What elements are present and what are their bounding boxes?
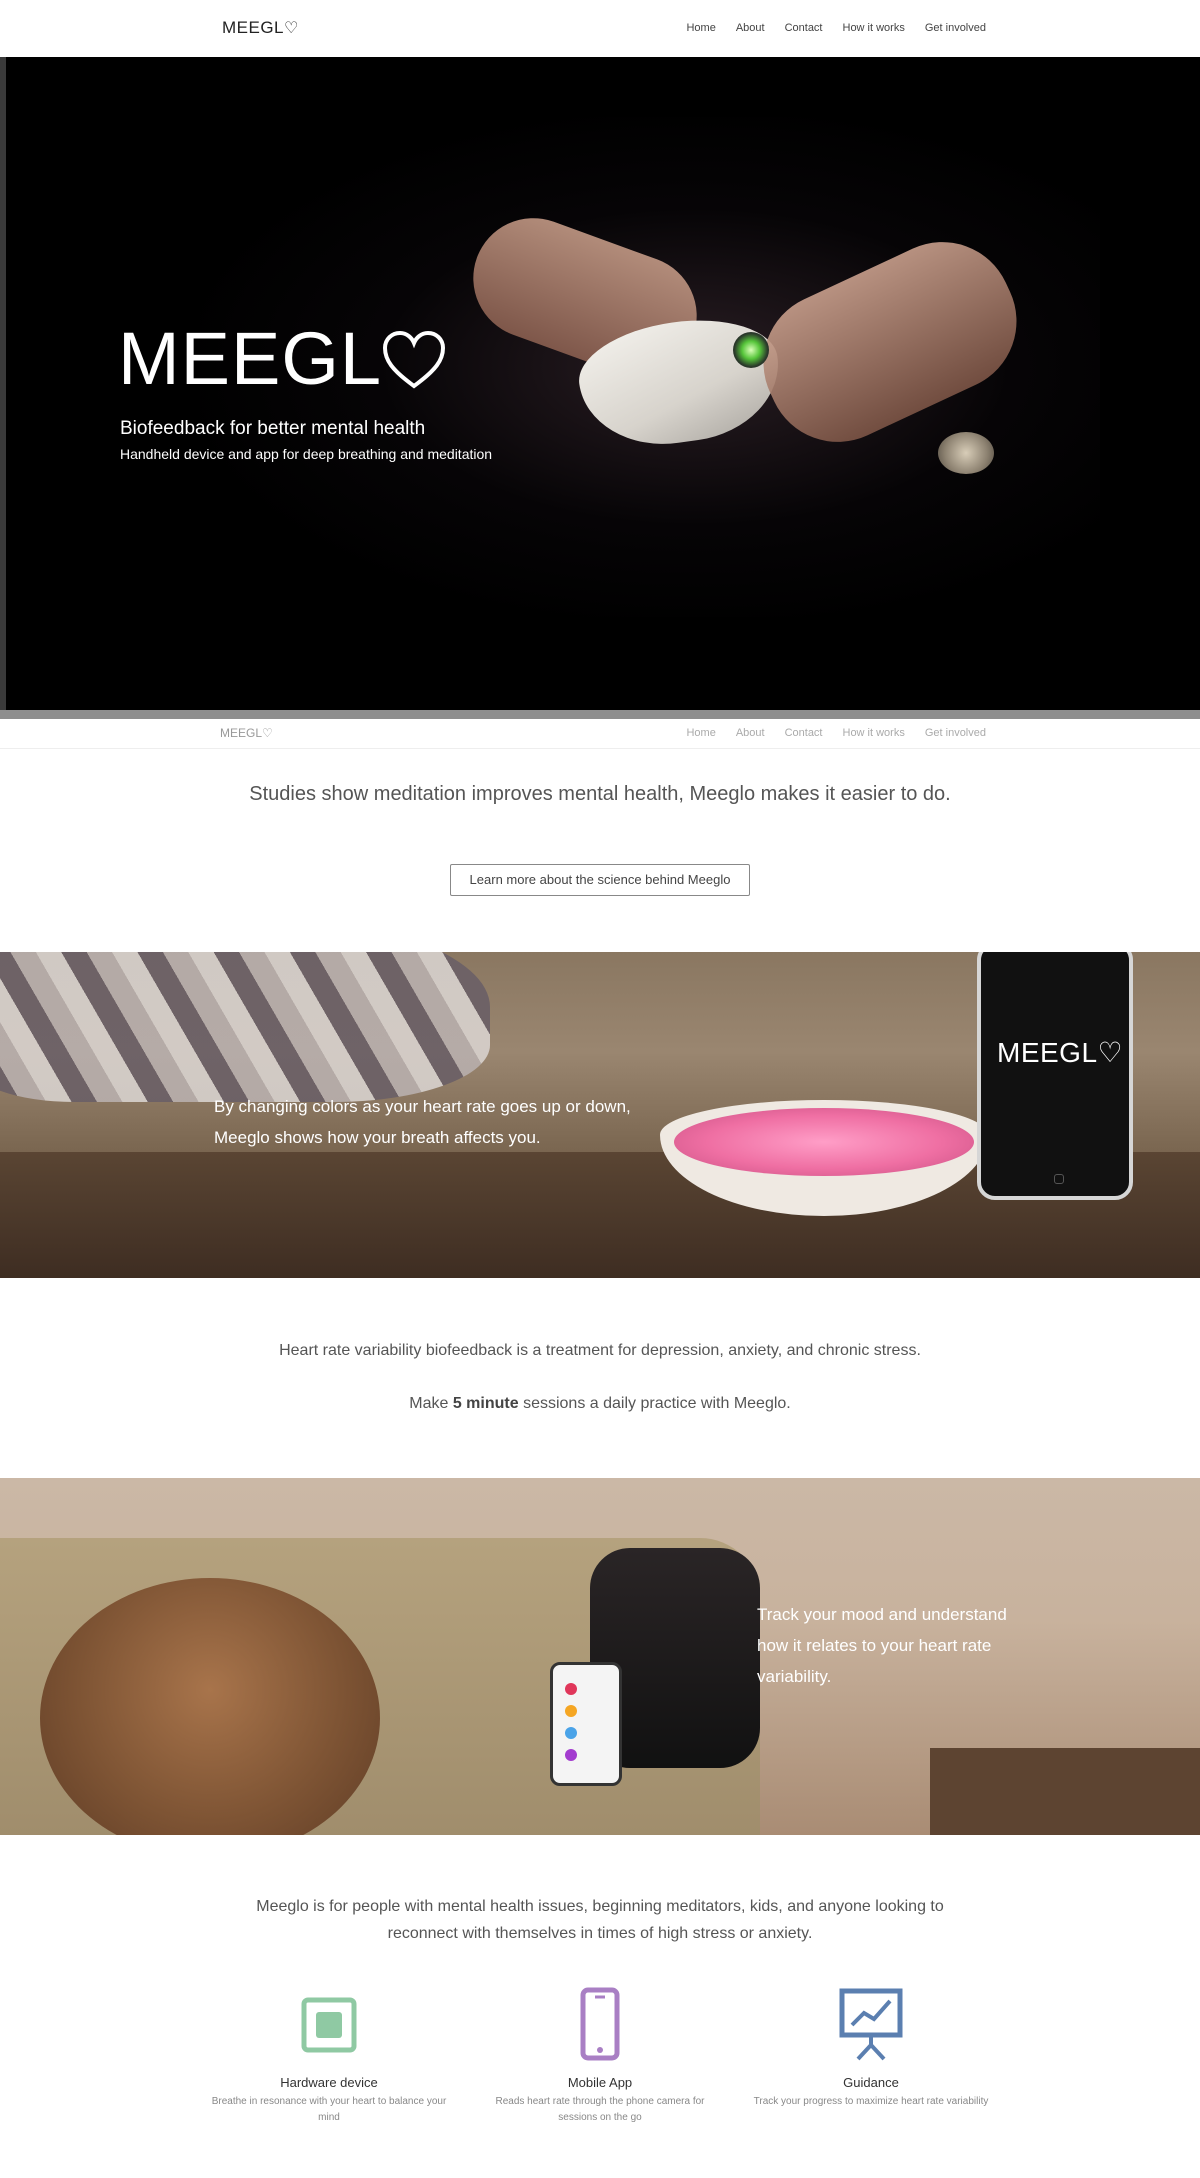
phone-logo-text: MEEGL [997,1037,1098,1068]
hero-bottom-edge [0,710,1200,719]
hero-subtagline: Handheld device and app for deep breathi… [120,446,493,462]
mood-dot-icon [565,1705,577,1717]
hero-title: MEEGL [118,322,446,396]
mood-dot-icon [565,1727,577,1739]
heart-icon: ♡ [1097,1037,1124,1068]
subnav-links: Home About Contact How it works Get invo… [686,727,986,739]
feature-title: Hardware device [280,2075,378,2090]
audience-section: Meeglo is for people with mental health … [0,1835,1200,2178]
device-icon [294,1985,364,2065]
nav-link-home[interactable]: Home [686,22,715,34]
feature-description: Track your progress to maximize heart ra… [753,2096,989,2107]
mood-dot-icon [565,1683,577,1695]
mood-app-phone [550,1662,622,1786]
daily-practice-statement: Make 5 minute sessions a daily practice … [0,1395,1200,1413]
heart-icon [383,330,446,389]
mood-band: Track your mood and understand how it re… [0,1478,1200,1835]
side-table [930,1748,1200,1835]
hero-tagline: Biofeedback for better mental health [120,418,426,439]
meeglo-bowl-glow [674,1108,974,1176]
subnav-logo[interactable]: MEEGL♡ [220,726,273,740]
presentation-chart-icon [836,1985,906,2065]
phone-home-button-icon [1054,1174,1064,1184]
feature-description: Breathe in resonance with your heart to … [211,2096,447,2123]
subnav-link-contact[interactable]: Contact [785,727,823,739]
hero-ring [938,432,994,474]
science-headline: Studies show meditation improves mental … [249,783,951,805]
hero-left-edge [0,57,6,719]
audience-intro: Meeglo is for people with mental health … [256,1898,944,1942]
feature-guidance: Guidance Track your progress to maximize… [751,1985,991,2110]
feature-title: Guidance [843,2075,899,2090]
learn-more-button[interactable]: Learn more about the science behind Meeg… [450,864,750,896]
hero-section: MEEGL Biofeedback for better mental heal… [0,57,1200,719]
phone-mockup: MEEGL♡ [977,952,1133,1200]
hero-device-led [733,332,769,368]
patterned-pillow [0,952,490,1102]
hero-title-text: MEEGL [118,317,383,400]
nav-logo-text: MEEGL [222,18,285,37]
nav-link-how-it-works[interactable]: How it works [843,22,905,34]
subnav-link-how-it-works[interactable]: How it works [843,727,905,739]
nav-link-get-involved[interactable]: Get involved [925,22,986,34]
subnav-link-about[interactable]: About [736,727,765,739]
colors-band: MEEGL♡ By changing colors as your heart … [0,952,1200,1278]
feature-description: Reads heart rate through the phone camer… [495,2096,705,2123]
feature-hardware: Hardware device Breathe in resonance wit… [209,1985,449,2126]
hrv-section: Heart rate variability biofeedback is a … [0,1278,1200,1478]
sticky-navbar: MEEGL♡ Home About Contact How it works G… [0,719,1200,749]
heart-icon: ♡ [262,726,273,740]
daily-practice-duration: 5 minute [452,1395,519,1412]
subnav-logo-text: MEEGL [220,726,263,740]
mobile-phone-icon [565,1985,635,2065]
nav-logo[interactable]: MEEGL♡ [222,18,299,38]
daily-practice-pre: Make [409,1395,453,1412]
mood-dot-icon [565,1749,577,1761]
science-section: Studies show meditation improves mental … [0,749,1200,952]
daily-practice-post: sessions a daily practice with Meeglo. [518,1395,791,1412]
mood-band-text: Track your mood and understand how it re… [757,1605,1007,1686]
top-navbar: MEEGL♡ Home About Contact How it works G… [0,0,1200,57]
nav-links: Home About Contact How it works Get invo… [686,22,986,34]
heart-icon: ♡ [284,20,299,37]
colors-band-text: By changing colors as your heart rate go… [214,1097,631,1147]
subnav-link-get-involved[interactable]: Get involved [925,727,986,739]
nav-link-contact[interactable]: Contact [785,22,823,34]
feature-title: Mobile App [567,2075,633,2090]
subnav-link-home[interactable]: Home [686,727,715,739]
hrv-statement: Heart rate variability biofeedback is a … [279,1342,921,1359]
nav-link-about[interactable]: About [736,22,765,34]
feature-mobile-app: Mobile App Reads heart rate through the … [480,1985,720,2126]
phone-logo: MEEGL♡ [997,1036,1123,1069]
